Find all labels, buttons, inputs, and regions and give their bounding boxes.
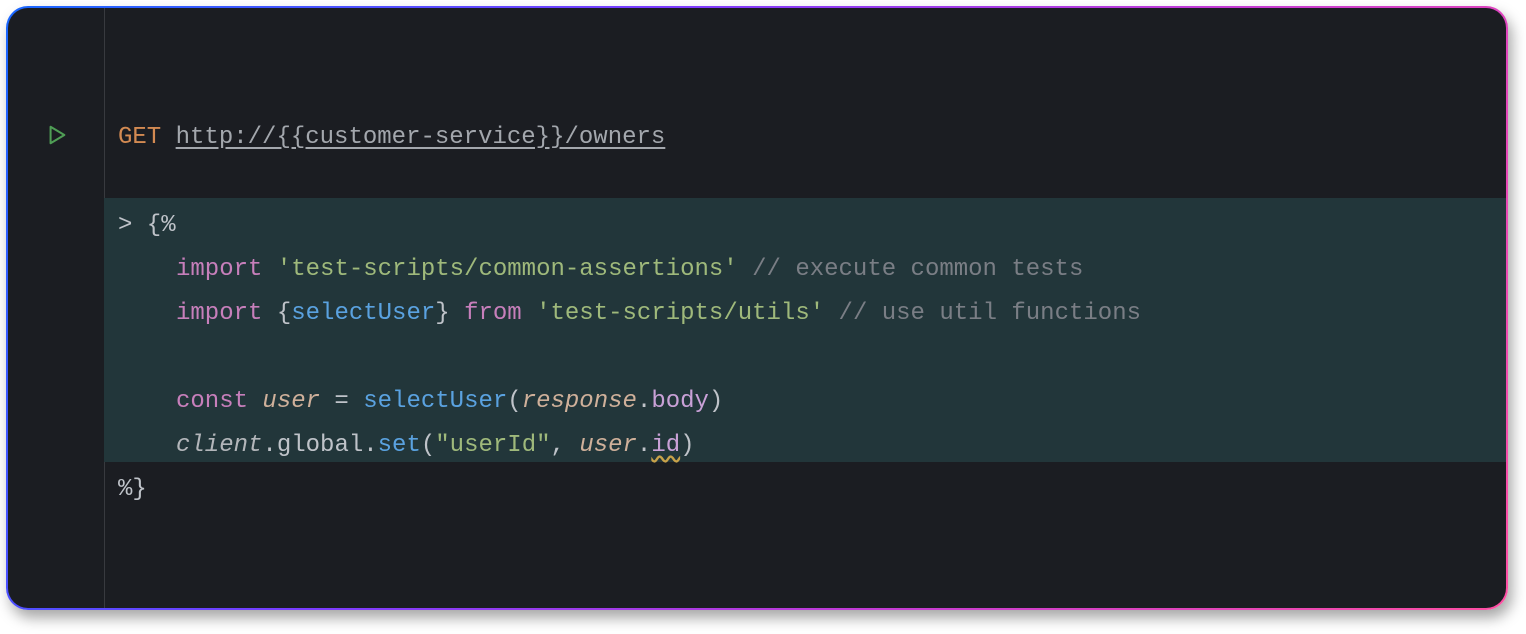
- http-url[interactable]: http://{{customer-service}}/owners: [176, 124, 666, 151]
- code-line-import-2: import {selectUser} from 'test-scripts/u…: [118, 292, 1498, 336]
- request-line: GET http://{{customer-service}}/owners: [118, 116, 1498, 160]
- code-editor[interactable]: GET http://{{customer-service}}/owners >…: [104, 8, 1506, 608]
- http-method: GET: [118, 124, 161, 151]
- editor-panel: GET http://{{customer-service}}/owners >…: [8, 8, 1506, 608]
- run-icon[interactable]: [46, 124, 68, 146]
- code-line-set: client.global.set("userId", user.id): [118, 424, 1498, 468]
- gutter: [8, 8, 105, 608]
- warn-id-prop: id: [651, 432, 680, 459]
- code-line-const: const user = selectUser(response.body): [118, 380, 1498, 424]
- code-line-import-1: import 'test-scripts/common-assertions' …: [118, 248, 1498, 292]
- script-open: > {%: [118, 204, 1498, 248]
- editor-frame: GET http://{{customer-service}}/owners >…: [6, 6, 1508, 610]
- script-close: %}: [118, 468, 1498, 512]
